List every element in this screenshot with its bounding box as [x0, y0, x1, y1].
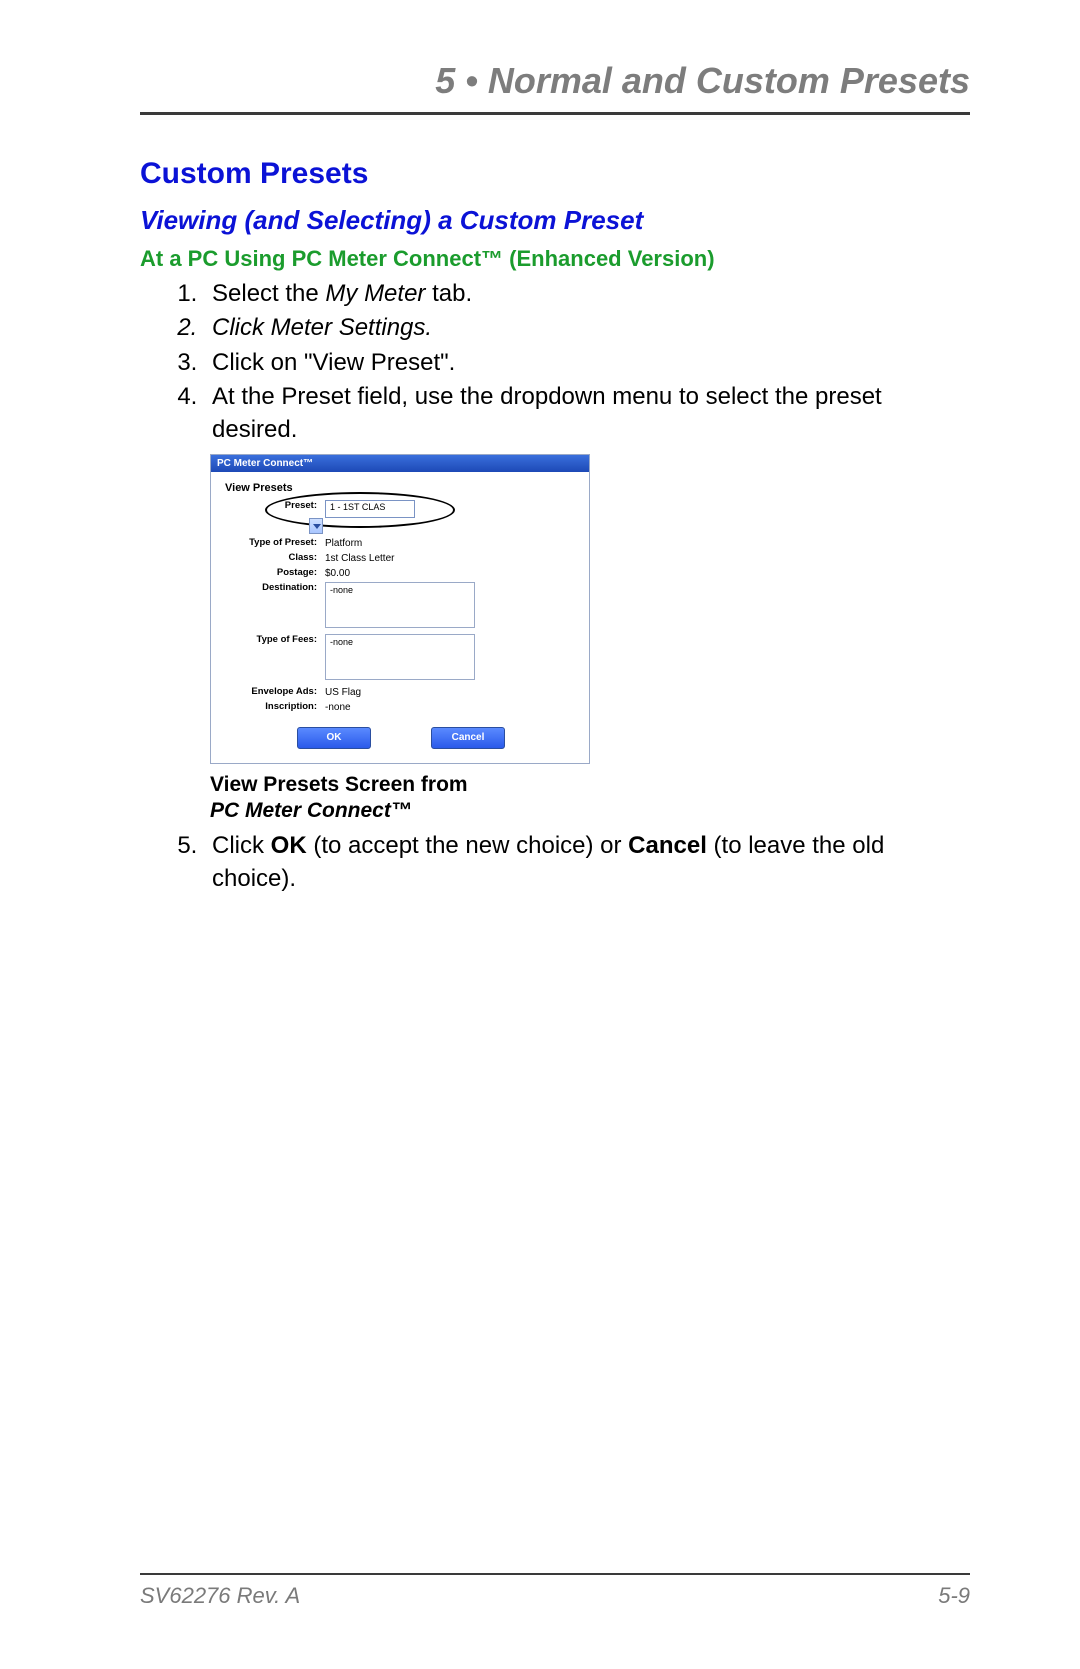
subsection-heading: Viewing (and Selecting) a Custom Preset — [140, 205, 970, 236]
row-class: Class: 1st Class Letter — [225, 552, 577, 564]
step-2-emph: Meter Settings. — [271, 314, 432, 341]
ok-button[interactable]: OK — [297, 727, 371, 749]
step-4: At the Preset field, use the dropdown me… — [204, 381, 970, 446]
row-type-of-fees: Type of Fees: -none — [225, 634, 577, 680]
label-inscription: Inscription: — [225, 701, 325, 712]
step-1: Select the My Meter tab. — [204, 278, 970, 310]
section-heading: Custom Presets — [140, 157, 970, 191]
footer-doc-id: SV62276 Rev. A — [140, 1583, 300, 1609]
row-inscription: Inscription: -none — [225, 701, 577, 713]
row-destination: Destination: -none — [225, 582, 577, 628]
step-5-ok: OK — [271, 832, 307, 859]
row-envelope-ads: Envelope Ads: US Flag — [225, 686, 577, 698]
footer-page-number: 5-9 — [938, 1583, 970, 1609]
preset-dropdown[interactable]: 1 - 1ST CLAS — [325, 500, 415, 534]
label-envelope-ads: Envelope Ads: — [225, 686, 325, 697]
label-type-of-preset: Type of Preset: — [225, 537, 325, 548]
step-5-text-a: Click — [212, 832, 271, 859]
label-postage: Postage: — [225, 567, 325, 578]
chevron-down-icon[interactable] — [309, 518, 323, 534]
row-postage: Postage: $0.00 — [225, 567, 577, 579]
footer-rule — [140, 1573, 970, 1575]
pcmc-window: PC Meter Connect™ View Presets Preset: 1… — [210, 454, 590, 764]
step-1-text-c: tab. — [425, 280, 472, 307]
screenshot-container: PC Meter Connect™ View Presets Preset: 1… — [210, 454, 970, 825]
row-type-of-preset: Type of Preset: Platform — [225, 537, 577, 549]
pcmc-subtitle: View Presets — [225, 482, 577, 494]
step-5-cancel: Cancel — [628, 832, 707, 859]
step-5: Click OK (to accept the new choice) or C… — [204, 830, 970, 895]
pcmc-titlebar: PC Meter Connect™ — [211, 455, 589, 472]
preset-dropdown-value: 1 - 1ST CLAS — [325, 500, 415, 518]
cancel-button[interactable]: Cancel — [431, 727, 505, 749]
steps-list-continued: Click OK (to accept the new choice) or C… — [140, 830, 970, 895]
chapter-title: 5 • Normal and Custom Presets — [140, 60, 970, 108]
page-footer: SV62276 Rev. A 5-9 — [140, 1573, 970, 1609]
steps-list: Select the My Meter tab. Click Meter Set… — [140, 278, 970, 446]
value-destination: -none — [325, 582, 475, 628]
pcmc-body: View Presets Preset: 1 - 1ST CLAS Type o… — [211, 472, 589, 763]
pcmc-button-row: OK Cancel — [225, 727, 577, 749]
caption-line-1: View Presets Screen from — [210, 772, 970, 798]
label-type-of-fees: Type of Fees: — [225, 634, 325, 645]
step-2: Click Meter Settings. — [204, 312, 970, 344]
row-preset: Preset: 1 - 1ST CLAS — [225, 500, 577, 534]
method-heading: At a PC Using PC Meter Connect™ (Enhance… — [140, 246, 970, 272]
step-5-text-c: (to accept the new choice) or — [307, 832, 629, 859]
label-preset: Preset: — [225, 500, 325, 511]
value-class: 1st Class Letter — [325, 552, 394, 564]
step-1-emph: My Meter — [325, 280, 425, 307]
value-postage: $0.00 — [325, 567, 350, 579]
header-rule — [140, 112, 970, 115]
step-2-text-a: Click — [212, 314, 271, 341]
label-destination: Destination: — [225, 582, 325, 593]
value-inscription: -none — [325, 701, 351, 713]
caption-line-2: PC Meter Connect™ — [210, 798, 970, 824]
step-3: Click on "View Preset". — [204, 347, 970, 379]
value-type-of-fees: -none — [325, 634, 475, 680]
step-1-text-a: Select the — [212, 280, 325, 307]
label-class: Class: — [225, 552, 325, 563]
screenshot-caption: View Presets Screen from PC Meter Connec… — [210, 772, 970, 825]
value-type-of-preset: Platform — [325, 537, 362, 549]
value-envelope-ads: US Flag — [325, 686, 361, 698]
